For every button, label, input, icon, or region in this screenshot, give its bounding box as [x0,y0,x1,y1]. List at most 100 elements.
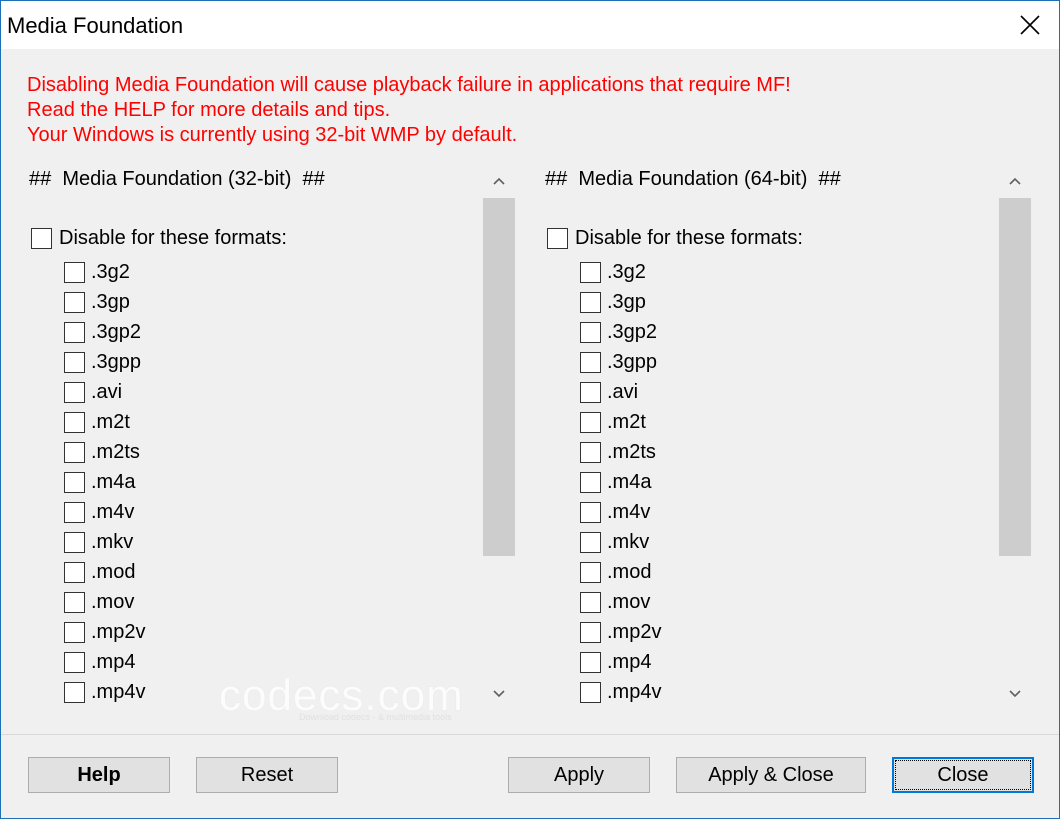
checkbox[interactable] [64,291,85,313]
format-checkbox-item[interactable]: .3gp2 [64,317,145,347]
checkbox[interactable] [64,411,85,433]
checkbox[interactable] [64,651,85,673]
checkbox[interactable] [580,531,601,553]
checkbox[interactable] [64,321,85,343]
checkbox[interactable] [580,321,601,343]
chevron-down-icon [493,690,505,698]
format-checkbox-item[interactable]: .3gpp [64,347,145,377]
format-checkbox-item[interactable]: .avi [580,377,661,407]
checkbox[interactable] [64,351,85,373]
checkbox[interactable] [580,441,601,463]
checkbox[interactable] [580,261,601,283]
format-checkbox-item[interactable]: .m2ts [580,437,661,467]
chevron-up-icon [1009,177,1021,185]
format-checkbox-item[interactable]: .avi [64,377,145,407]
apply-button[interactable]: Apply [508,757,650,793]
checkbox[interactable] [580,591,601,613]
format-label: .mp4 [91,650,136,673]
checkbox[interactable] [580,681,601,703]
format-checkbox-item[interactable]: .m2ts [64,437,145,467]
checkbox[interactable] [580,471,601,493]
format-checkbox-item[interactable]: .mp4 [64,647,145,677]
checkbox[interactable] [580,651,601,673]
warning-line-1: Disabling Media Foundation will cause pl… [27,74,791,96]
reset-button[interactable]: Reset [196,757,338,793]
checkbox[interactable] [580,501,601,523]
disable-all-32bit[interactable]: Disable for these formats: [31,227,287,250]
window-title: Media Foundation [7,13,184,38]
format-checkbox-item[interactable]: .3g2 [580,257,661,287]
format-label: .mp4v [91,680,146,703]
checkbox[interactable] [64,441,85,463]
checkbox[interactable] [580,411,601,433]
apply-close-button[interactable]: Apply & Close [676,757,866,793]
format-label: .3gp [607,290,646,313]
format-checkbox-item[interactable]: .m4a [580,467,661,497]
format-label: .3g2 [607,260,646,283]
disable-all-64bit[interactable]: Disable for these formats: [547,227,803,250]
scroll-down-button[interactable] [483,677,515,711]
checkbox[interactable] [64,501,85,523]
format-checkbox-item[interactable]: .mov [580,587,661,617]
format-checkbox-item[interactable]: .3gp [580,287,661,317]
checkbox[interactable] [580,561,601,583]
checkbox[interactable] [64,531,85,553]
format-label: .3gp2 [607,320,658,343]
checkbox[interactable] [64,681,85,703]
scroll-thumb[interactable] [483,198,515,556]
format-checkbox-item[interactable]: .mp4v [580,677,661,707]
format-checkbox-item[interactable]: .mod [580,557,661,587]
scrollbar-64bit[interactable] [999,164,1031,711]
checkbox[interactable] [64,381,85,403]
format-checkbox-item[interactable]: .m2t [580,407,661,437]
format-label: .mov [607,590,651,613]
close-icon [1020,15,1040,35]
checkbox[interactable] [64,471,85,493]
format-checkbox-item[interactable]: .m4a [64,467,145,497]
scroll-thumb[interactable] [999,198,1031,556]
close-button[interactable]: Close [892,757,1034,793]
format-label: .mp2v [607,620,662,643]
format-label: .m4a [91,470,136,493]
checkbox[interactable] [64,561,85,583]
checkbox-label: Disable for these formats: [575,227,803,249]
checkbox[interactable] [64,591,85,613]
format-checkbox-item[interactable]: .3gpp [580,347,661,377]
format-checkbox-item[interactable]: .m2t [64,407,145,437]
scroll-down-button[interactable] [999,677,1031,711]
checkbox[interactable] [580,381,601,403]
format-checkbox-item[interactable]: .mkv [64,527,145,557]
window-close-button[interactable] [1001,1,1059,49]
format-checkbox-item[interactable]: .mod [64,557,145,587]
format-checkbox-item[interactable]: .m4v [580,497,661,527]
checkbox[interactable] [580,621,601,643]
format-label: .m4v [607,500,651,523]
scroll-up-button[interactable] [999,164,1031,198]
format-checkbox-item[interactable]: .mp4v [64,677,145,707]
format-label: .3gp2 [91,320,142,343]
help-button[interactable]: Help [28,757,170,793]
checkbox[interactable] [64,261,85,283]
format-label: .3gpp [91,350,142,373]
format-checkbox-item[interactable]: .mp2v [580,617,661,647]
scroll-up-button[interactable] [483,164,515,198]
format-checkbox-item[interactable]: .mp2v [64,617,145,647]
checkbox[interactable] [580,351,601,373]
format-checkbox-item[interactable]: .3g2 [64,257,145,287]
format-checkbox-item[interactable]: .3gp2 [580,317,661,347]
title-bar: Media Foundation [1,1,1059,49]
scrollbar-32bit[interactable] [483,164,515,711]
format-checkbox-item[interactable]: .mkv [580,527,661,557]
panel-64bit: ## Media Foundation (64-bit) ## Disable … [541,164,1031,711]
format-label: .m2t [91,410,130,433]
format-list-64bit: .3g2 .3gp .3gp2 .3gpp .avi .m2t .m2ts .m4a .m4v.… [580,257,661,707]
panel-32bit-header: ## Media Foundation (32-bit) ## [29,168,325,190]
checkbox[interactable] [64,621,85,643]
checkbox[interactable] [31,228,52,249]
format-checkbox-item[interactable]: .3gp [64,287,145,317]
checkbox[interactable] [547,228,568,249]
format-checkbox-item[interactable]: .mp4 [580,647,661,677]
format-checkbox-item[interactable]: .m4v [64,497,145,527]
format-checkbox-item[interactable]: .mov [64,587,145,617]
checkbox[interactable] [580,291,601,313]
